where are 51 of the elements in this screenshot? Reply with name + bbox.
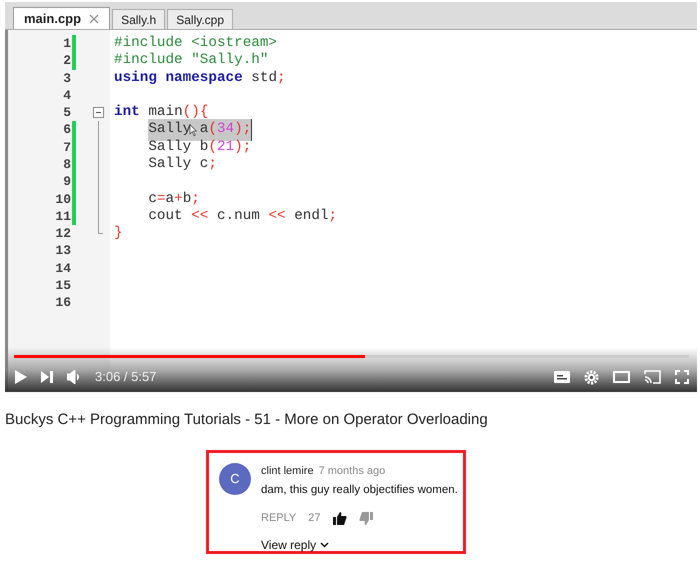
close-icon[interactable]: [89, 14, 100, 24]
line-number: 9: [63, 173, 71, 192]
settings-icon[interactable]: [584, 370, 599, 384]
line-number: 16: [55, 294, 71, 312]
play-icon[interactable]: [15, 370, 27, 384]
line-number: 2: [63, 52, 71, 70]
cast-icon[interactable]: [644, 370, 661, 384]
file-tab[interactable]: Sally.h: [112, 9, 166, 29]
subtitles-icon[interactable]: [554, 371, 570, 383]
file-tab[interactable]: main.cpp: [13, 7, 110, 29]
line-number: 10: [55, 190, 71, 209]
code-line: }: [114, 224, 123, 244]
code-line: c=a+b;: [147, 190, 200, 209]
like-count: 27: [308, 511, 321, 526]
code-line: #include "Sally.h": [114, 51, 268, 70]
line-number: 15: [55, 277, 71, 296]
fold-toggle-icon[interactable]: [93, 107, 104, 118]
comment-text: dam, this guy really objectifies women.: [261, 483, 458, 498]
line-number: 1: [63, 34, 71, 53]
line-number: 8: [63, 156, 71, 174]
file-tab[interactable]: Sally.cpp: [167, 9, 234, 29]
line-number: 5: [63, 104, 71, 122]
comment-author[interactable]: clint lemire: [261, 462, 314, 479]
time-display: 3:06 / 5:57: [95, 368, 156, 386]
reply-button[interactable]: REPLY: [261, 510, 296, 527]
line-number: 11: [55, 208, 71, 226]
code-line: int main(){: [114, 103, 208, 122]
chevron-down-icon: [320, 542, 330, 548]
comment-time[interactable]: 7 months ago: [318, 462, 386, 479]
skip-next-icon[interactable]: [41, 371, 53, 383]
volume-icon[interactable]: [67, 370, 81, 384]
line-number: 3: [63, 70, 71, 88]
code-line: using namespace std;: [114, 68, 286, 88]
avatar: C: [219, 462, 251, 494]
line-number: 14: [55, 260, 71, 278]
code-line: cout << c.num << endl;: [147, 206, 338, 226]
line-number: 13: [55, 242, 71, 260]
thumbs-down-icon[interactable]: [358, 512, 373, 525]
line-number: 7: [63, 138, 71, 157]
mouse-pointer-icon: [189, 124, 198, 137]
line-number: 12: [55, 225, 71, 244]
view-replies-button[interactable]: View reply: [261, 536, 330, 554]
video-title: Buckys C++ Programming Tutorials - 51 - More on Operator Overloading: [5, 410, 489, 430]
line-number: 4: [63, 86, 71, 105]
theater-mode-icon[interactable]: [613, 371, 630, 383]
code-line: Sally c;: [147, 155, 217, 174]
code-line: #include <iostream>: [114, 34, 278, 52]
thumbs-up-icon[interactable]: [332, 512, 347, 525]
fullscreen-icon[interactable]: [675, 370, 689, 384]
progress-bar[interactable]: [14, 355, 689, 358]
line-number: 6: [63, 121, 71, 140]
